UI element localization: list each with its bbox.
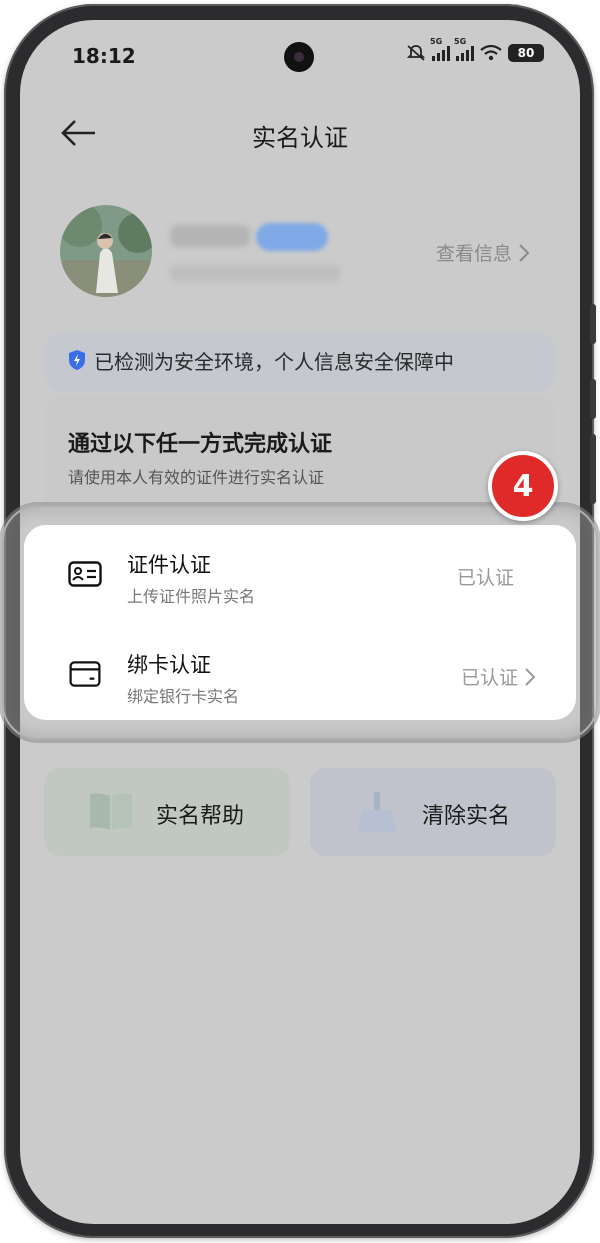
- avatar: [60, 205, 152, 297]
- shield-icon: [69, 350, 85, 370]
- method-row-bank-card[interactable]: 绑卡认证 绑定银行卡实名 已认证: [24, 625, 576, 721]
- wifi-icon: [480, 45, 502, 61]
- page-title: 实名认证: [252, 124, 348, 152]
- method-status-label: 已认证: [456, 567, 514, 589]
- help-button[interactable]: 实名帮助: [44, 768, 290, 856]
- side-button: [590, 434, 596, 504]
- view-info-label: 查看信息: [435, 243, 512, 265]
- method-title: 绑卡认证: [127, 653, 211, 677]
- status-time: 18:12: [72, 44, 136, 68]
- network-label: 5G: [430, 37, 443, 46]
- method-status: 已认证: [457, 563, 514, 590]
- view-info-link[interactable]: 查看信息: [436, 239, 530, 266]
- safe-environment-banner: 已检测为安全环境，个人信息安全保障中: [44, 332, 556, 392]
- signal-icon: 5G: [430, 37, 450, 61]
- method-subtitle: 上传证件照片实名: [127, 587, 256, 606]
- bank-card-icon: [69, 661, 101, 687]
- chevron-right-icon: [519, 243, 530, 262]
- broom-icon: [358, 792, 396, 832]
- status-bar: 18:12 5G 5G 80: [20, 20, 580, 90]
- method-status-label: 已认证: [460, 667, 518, 689]
- power-button: [590, 379, 596, 419]
- help-button-label: 实名帮助: [156, 804, 245, 829]
- verify-card-subtitle: 请使用本人有效的证件进行实名认证: [68, 468, 325, 487]
- page-header: 实名认证: [20, 110, 580, 160]
- front-camera: [284, 42, 314, 72]
- chevron-right-icon: [525, 667, 536, 686]
- method-status: 已认证: [461, 663, 536, 690]
- blurred-subtitle: [170, 265, 340, 281]
- blurred-username: [170, 225, 250, 247]
- verify-card-title: 通过以下任一方式完成认证: [68, 432, 333, 457]
- profile-section: 查看信息: [60, 205, 540, 300]
- mute-icon: [406, 45, 426, 61]
- volume-button: [590, 304, 596, 344]
- signal-icon: 5G: [454, 37, 474, 61]
- blurred-badge: [256, 223, 328, 251]
- method-title: 证件认证: [127, 553, 211, 577]
- methods-panel: 证件认证 上传证件照片实名 已认证 绑卡认证 绑定银行卡实名 已认证: [24, 525, 576, 720]
- step-number-badge: 4: [488, 451, 558, 521]
- status-icons: 5G 5G 80: [406, 37, 544, 62]
- network-label: 5G: [454, 37, 467, 46]
- book-icon: [90, 793, 132, 830]
- method-row-id-card[interactable]: 证件认证 上传证件照片实名 已认证: [24, 525, 576, 621]
- battery-icon: 80: [508, 44, 544, 62]
- id-card-icon: [68, 561, 102, 587]
- clear-button-label: 清除实名: [422, 804, 511, 829]
- method-subtitle: 绑定银行卡实名: [127, 687, 240, 706]
- clear-button[interactable]: 清除实名: [310, 768, 556, 856]
- safe-banner-text: 已检测为安全环境，个人信息安全保障中: [94, 350, 454, 374]
